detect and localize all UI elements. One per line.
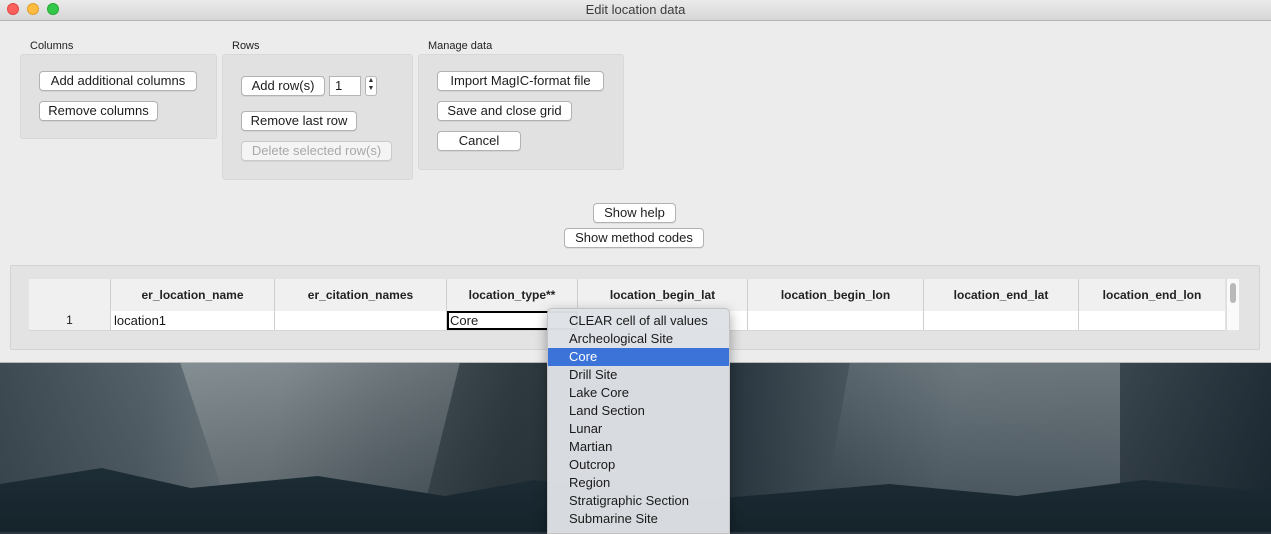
column-header-location-end-lat[interactable]: location_end_lat xyxy=(924,279,1079,311)
column-header-er-citation-names[interactable]: er_citation_names xyxy=(275,279,447,311)
scrollbar-thumb[interactable] xyxy=(1230,283,1236,303)
column-header-location-begin-lon[interactable]: location_begin_lon xyxy=(748,279,924,311)
columns-group xyxy=(20,54,217,139)
cell-er-location-name[interactable]: location1 xyxy=(111,311,275,330)
dropdown-item-clear[interactable]: CLEAR cell of all values xyxy=(548,312,729,330)
row-count-stepper[interactable]: ▲ ▼ xyxy=(365,76,377,96)
dropdown-item-drill-site[interactable]: Drill Site xyxy=(548,366,729,384)
window-title: Edit location data xyxy=(585,2,686,17)
column-header-er-location-name[interactable]: er_location_name xyxy=(111,279,275,311)
dropdown-item-land-section[interactable]: Land Section xyxy=(548,402,729,420)
row-count-input[interactable]: 1 xyxy=(329,76,361,96)
cell-location-end-lon[interactable] xyxy=(1079,311,1225,330)
dropdown-item-lunar[interactable]: Lunar xyxy=(548,420,729,438)
column-header-location-end-lon[interactable]: location_end_lon xyxy=(1079,279,1225,311)
grid-vertical-scrollbar[interactable] xyxy=(1226,279,1239,330)
remove-last-row-button[interactable]: Remove last row xyxy=(241,111,357,131)
dropdown-item-stratigraphic-section[interactable]: Stratigraphic Section xyxy=(548,492,729,510)
dropdown-item-submarine-site[interactable]: Submarine Site xyxy=(548,510,729,528)
location-type-dropdown: CLEAR cell of all values Archeological S… xyxy=(547,308,730,534)
add-columns-button[interactable]: Add additional columns xyxy=(39,71,197,91)
add-rows-button[interactable]: Add row(s) xyxy=(241,76,325,96)
show-method-codes-button[interactable]: Show method codes xyxy=(564,228,704,248)
remove-columns-button[interactable]: Remove columns xyxy=(39,101,158,121)
column-header-location-type[interactable]: location_type** xyxy=(447,279,578,311)
close-window-icon[interactable] xyxy=(7,3,19,15)
dropdown-item-lake-core[interactable]: Lake Core xyxy=(548,384,729,402)
manage-data-group-label: Manage data xyxy=(428,40,493,52)
dropdown-item-martian[interactable]: Martian xyxy=(548,438,729,456)
columns-group-label: Columns xyxy=(30,40,74,52)
minimize-window-icon[interactable] xyxy=(27,3,39,15)
cell-er-citation-names[interactable] xyxy=(275,311,447,330)
import-magic-file-button[interactable]: Import MagIC-format file xyxy=(437,71,604,91)
corner-cell[interactable] xyxy=(29,279,111,311)
title-bar: Edit location data xyxy=(0,0,1271,21)
dropdown-item-core[interactable]: Core xyxy=(548,348,729,366)
dropdown-item-archeological-site[interactable]: Archeological Site xyxy=(548,330,729,348)
rows-group-label: Rows xyxy=(232,40,260,52)
cancel-button[interactable]: Cancel xyxy=(437,131,521,151)
cell-location-end-lat[interactable] xyxy=(924,311,1079,330)
save-and-close-button[interactable]: Save and close grid xyxy=(437,101,572,121)
cell-location-begin-lon[interactable] xyxy=(748,311,924,330)
dropdown-item-outcrop[interactable]: Outcrop xyxy=(548,456,729,474)
dropdown-item-region[interactable]: Region xyxy=(548,474,729,492)
row-label[interactable]: 1 xyxy=(29,311,111,330)
zoom-window-icon[interactable] xyxy=(47,3,59,15)
column-header-location-begin-lat[interactable]: location_begin_lat xyxy=(578,279,748,311)
delete-selected-rows-button[interactable]: Delete selected row(s) xyxy=(241,141,392,161)
show-help-button[interactable]: Show help xyxy=(593,203,676,223)
